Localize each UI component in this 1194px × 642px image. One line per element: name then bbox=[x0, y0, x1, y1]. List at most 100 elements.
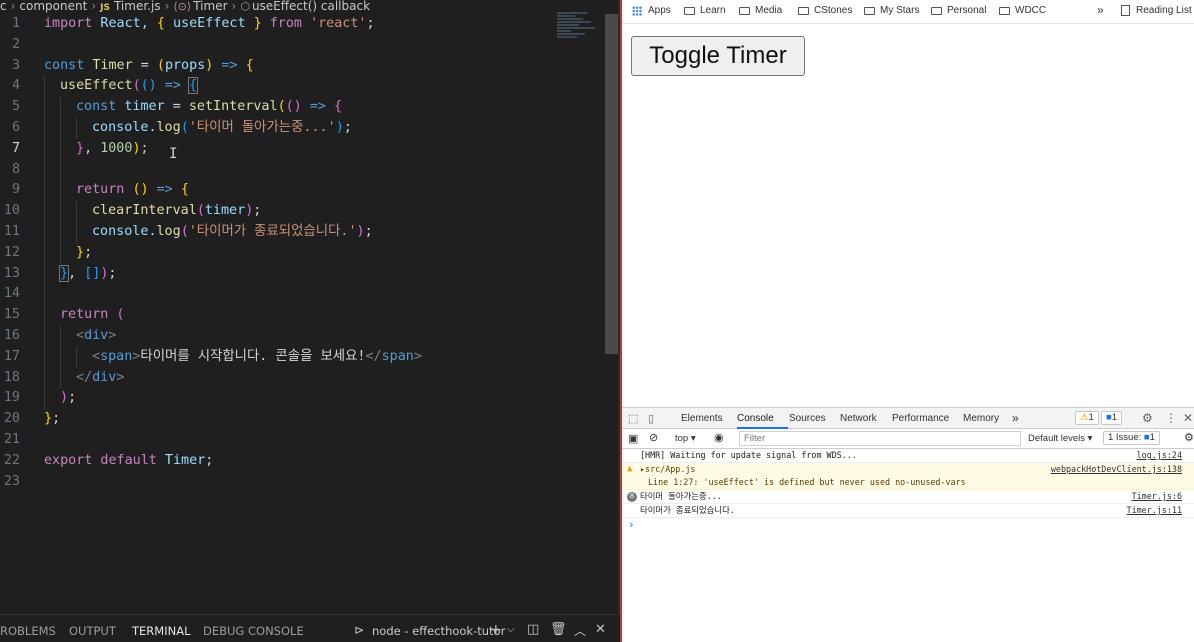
code-line: 12}; bbox=[0, 242, 604, 264]
bookmark-folder-media[interactable]: Media bbox=[739, 5, 782, 16]
reading-list-button[interactable]: Reading List bbox=[1121, 5, 1192, 16]
reading-list-icon bbox=[1121, 5, 1130, 16]
warning-count-badge[interactable]: ⚠1 bbox=[1075, 411, 1099, 425]
code-line: 17 <span>타이머를 시작합니다. 콘솔을 보세요!</span> bbox=[0, 346, 604, 368]
source-link[interactable]: Timer.js:6 bbox=[1132, 490, 1182, 503]
code-line: 22 export default Timer; bbox=[0, 451, 604, 472]
device-toolbar-icon[interactable]: ▯ bbox=[648, 412, 654, 425]
add-terminal-icon[interactable]: + bbox=[490, 622, 502, 638]
bookmark-folder-cstones[interactable]: CStones bbox=[798, 5, 852, 16]
code-line: 18 </div> bbox=[0, 367, 604, 389]
breadcrumb-symbol-callback[interactable]: useEffect() callback bbox=[252, 0, 370, 13]
warning-icon: ⚠ bbox=[1080, 412, 1089, 423]
tab-memory[interactable]: Memory bbox=[963, 413, 999, 424]
line-number: 10 bbox=[3, 203, 20, 219]
tab-elements[interactable]: Elements bbox=[681, 413, 723, 424]
chevron-right-icon: › bbox=[164, 0, 170, 13]
breadcrumb-symbol-timer[interactable]: Timer bbox=[193, 0, 227, 13]
panel-tab-bar: ROBLEMS OUTPUT TERMINAL DEBUG CONSOLE ⊳ … bbox=[0, 614, 620, 642]
editor-scrollbar[interactable] bbox=[605, 14, 618, 354]
code-line: 1 import React, { useEffect } from 'react… bbox=[0, 14, 604, 35]
line-number: 5 bbox=[11, 99, 20, 115]
line-number: 11 bbox=[3, 223, 20, 239]
breadcrumb-file[interactable]: Timer.js bbox=[114, 0, 161, 13]
message-count-badge[interactable]: ■1 bbox=[1101, 411, 1123, 425]
code-line: 5 const timer = setInterval(() => { bbox=[0, 97, 604, 118]
console-message: 타이머가 종료되었습니다. Timer.js:11 bbox=[622, 504, 1194, 518]
folder-icon bbox=[999, 6, 1010, 15]
split-terminal-icon[interactable]: ◫ bbox=[527, 622, 539, 637]
devtools-panel: ⬚ ▯ Elements Console Sources Network Per… bbox=[622, 407, 1194, 642]
line-number: 23 bbox=[3, 473, 20, 489]
console-filter-input[interactable] bbox=[739, 431, 1021, 446]
code-editor[interactable]: c › component › JS Timer.js › ⟨⊙⟩ Timer › ⬡ useEffe… bbox=[0, 0, 620, 642]
devtools-tab-bar: ⬚ ▯ Elements Console Sources Network Per… bbox=[622, 408, 1194, 429]
code-line: 15 return ( bbox=[0, 305, 604, 326]
tab-problems[interactable]: ROBLEMS bbox=[0, 624, 56, 638]
log-levels-dropdown[interactable]: Default levels ▾ bbox=[1028, 433, 1092, 444]
breadcrumb-folder[interactable]: component bbox=[19, 0, 87, 13]
page-content: Toggle Timer bbox=[622, 25, 1194, 407]
code-line: 13}, []); bbox=[0, 263, 604, 285]
tab-debug-console[interactable]: DEBUG CONSOLE bbox=[203, 624, 304, 638]
console-prompt[interactable]: › bbox=[622, 518, 1194, 532]
tab-performance[interactable]: Performance bbox=[892, 413, 949, 424]
bookmark-folder-my-stars[interactable]: My Stars bbox=[864, 5, 919, 16]
console-warning: ▲ ▸src/App.js Line 1:27: 'useEffect' is … bbox=[622, 463, 1194, 490]
line-number: 17 bbox=[3, 348, 20, 364]
trash-icon[interactable]: 🗑 bbox=[550, 622, 567, 637]
bookmark-apps[interactable]: Apps bbox=[632, 5, 671, 16]
breadcrumb-folder-prefix[interactable]: c bbox=[0, 0, 7, 13]
line-number: 12 bbox=[3, 244, 20, 260]
line-number: 15 bbox=[3, 307, 20, 323]
terminal-icon: ⊳ bbox=[354, 623, 365, 637]
tab-terminal[interactable]: TERMINAL bbox=[132, 624, 190, 638]
folder-icon bbox=[798, 6, 809, 15]
line-number: 4 bbox=[11, 78, 20, 94]
code-line: 19); bbox=[0, 388, 604, 410]
terminal-selector[interactable]: node - effecthook-tutor bbox=[372, 624, 505, 638]
bookmark-folder-personal[interactable]: Personal bbox=[931, 5, 986, 16]
toggle-timer-button[interactable]: Toggle Timer bbox=[631, 36, 805, 76]
console-message: 8 타이머 돌아가는중... Timer.js:6 bbox=[622, 490, 1194, 504]
code-line: 10 clearInterval(timer); bbox=[0, 201, 604, 222]
folder-icon bbox=[739, 6, 750, 15]
close-icon[interactable]: ✕ bbox=[1183, 411, 1193, 425]
folder-icon bbox=[684, 6, 695, 15]
line-number: 14 bbox=[3, 286, 20, 302]
bookmark-folder-learn[interactable]: Learn bbox=[684, 5, 726, 16]
source-link[interactable]: log.js:24 bbox=[1137, 449, 1182, 462]
source-link[interactable]: webpackHotDevClient.js:138 bbox=[1051, 463, 1182, 476]
line-number: 16 bbox=[3, 327, 20, 343]
chevron-up-icon[interactable]: ︿ bbox=[574, 622, 586, 639]
line-number: 3 bbox=[11, 57, 20, 73]
tab-network[interactable]: Network bbox=[840, 413, 877, 424]
line-number: 7 bbox=[11, 140, 20, 156]
bookmark-folder-wdcc[interactable]: WDCC bbox=[999, 5, 1046, 16]
more-tabs-button[interactable]: » bbox=[1012, 411, 1019, 425]
chevron-down-icon[interactable]: ⌵ bbox=[507, 624, 515, 635]
clear-console-icon[interactable]: ⊘ bbox=[649, 431, 658, 444]
kebab-menu-icon[interactable]: ⋮ bbox=[1165, 411, 1177, 425]
minimap[interactable] bbox=[557, 12, 605, 48]
issues-button[interactable]: 1 Issue: ■1 bbox=[1103, 431, 1160, 445]
tab-sources[interactable]: Sources bbox=[789, 413, 826, 424]
eye-icon[interactable]: ◉ bbox=[714, 431, 724, 444]
bookmarks-overflow-button[interactable]: » bbox=[1097, 3, 1104, 17]
console-settings-gear-icon[interactable]: ⚙ bbox=[1184, 431, 1194, 444]
code-line: 21 bbox=[0, 430, 604, 451]
code-line: 7}, 1000); bbox=[0, 138, 604, 160]
tab-console[interactable]: Console bbox=[737, 413, 774, 424]
line-number: 2 bbox=[11, 36, 20, 52]
close-icon[interactable]: ✕ bbox=[595, 622, 606, 637]
inspect-element-icon[interactable]: ⬚ bbox=[628, 412, 638, 425]
gear-icon[interactable]: ⚙ bbox=[1142, 411, 1153, 425]
code-area[interactable]: 1 import React, { useEffect } from 'react… bbox=[0, 14, 604, 492]
context-selector[interactable]: top ▾ bbox=[675, 433, 696, 444]
sidebar-toggle-icon[interactable]: ▣ bbox=[628, 432, 638, 445]
warning-icon: ▲ bbox=[627, 464, 633, 474]
symbol-variable-icon: ⟨⊙⟩ bbox=[173, 0, 192, 13]
source-link[interactable]: Timer.js:11 bbox=[1127, 504, 1182, 517]
line-number: 20 bbox=[3, 411, 20, 427]
tab-output[interactable]: OUTPUT bbox=[69, 624, 116, 638]
